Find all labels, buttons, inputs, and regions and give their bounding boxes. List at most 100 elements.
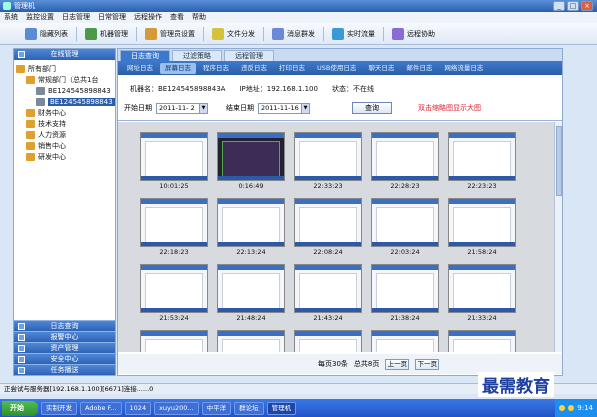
menu-item[interactable]: 远程操作 (134, 12, 162, 23)
screenshot-thumbnail[interactable]: 21:33:24 (448, 264, 516, 324)
sidebar-section[interactable]: 安全中心 (14, 353, 115, 364)
tree-node[interactable]: 财务中心 (16, 107, 113, 118)
sidebar-section[interactable]: 资产管理 (14, 342, 115, 353)
screenshot-image[interactable] (371, 330, 439, 352)
screenshot-thumbnail[interactable] (140, 330, 208, 352)
toolbar-button[interactable]: 机器管理 (82, 26, 131, 42)
minimize-button[interactable]: _ (553, 1, 565, 11)
taskbar-item[interactable]: 1024 (124, 401, 152, 415)
screenshot-image[interactable] (371, 132, 439, 181)
screenshot-image[interactable] (371, 264, 439, 313)
screenshot-thumbnail[interactable]: 21:38:24 (371, 264, 439, 324)
screenshot-thumbnail[interactable]: 21:43:24 (294, 264, 362, 324)
sidebar-header[interactable]: 在线管理 (14, 49, 115, 60)
taskbar-item[interactable]: Adobe F... (80, 401, 122, 415)
taskbar-item[interactable]: 中平洋 (201, 401, 232, 415)
maximize-button[interactable]: □ (567, 1, 579, 11)
screenshot-thumbnail[interactable]: 22:13:24 (217, 198, 285, 258)
toolbar-button[interactable]: 实时流量 (329, 26, 378, 42)
screenshot-thumbnail[interactable]: 22:28:23 (371, 132, 439, 192)
log-tab[interactable]: 屏幕日志 (160, 62, 196, 74)
screenshot-thumbnail[interactable]: 22:33:23 (294, 132, 362, 192)
vertical-scrollbar[interactable] (554, 122, 562, 352)
sidebar-section[interactable]: 日志查询 (14, 320, 115, 331)
tray-icon[interactable] (568, 405, 575, 411)
screenshot-thumbnail[interactable] (294, 330, 362, 352)
menu-item[interactable]: 监控设置 (26, 12, 54, 23)
log-tab[interactable]: 邮件日志 (401, 63, 437, 74)
sidebar-section[interactable]: 报警中心 (14, 331, 115, 342)
tree-node[interactable]: 所有部门 (16, 63, 113, 74)
toolbar-button[interactable]: 消息群发 (269, 26, 318, 42)
top-tab[interactable]: 日志查询 (120, 50, 170, 61)
screenshot-thumbnail[interactable]: 22:03:24 (371, 198, 439, 258)
prev-page-button[interactable]: 上一页 (385, 358, 410, 370)
chevron-down-icon[interactable]: ▼ (301, 103, 309, 113)
screenshot-image[interactable] (217, 264, 285, 313)
screenshot-thumbnail[interactable]: 21:48:24 (217, 264, 285, 324)
top-tab[interactable]: 过滤策略 (172, 50, 222, 61)
end-date-field[interactable]: 2011-11-16 ▼ (258, 102, 310, 114)
screenshot-image[interactable] (217, 198, 285, 247)
screenshot-image[interactable] (448, 330, 516, 352)
taskbar-item[interactable]: 群论坛 (234, 401, 264, 415)
log-tab[interactable]: 网址日志 (122, 63, 158, 74)
toolbar-button[interactable]: 远程协助 (389, 26, 438, 42)
toolbar-button[interactable]: 管理员设置 (142, 26, 198, 42)
menu-item[interactable]: 系统 (4, 12, 18, 23)
start-date-field[interactable]: 2011-11- 2 ▼ (156, 102, 208, 114)
tree-node[interactable]: 销售中心 (16, 140, 113, 151)
log-tab[interactable]: 程序日志 (198, 63, 234, 74)
log-tab[interactable]: 聊天日志 (363, 63, 399, 74)
screenshot-image[interactable] (140, 132, 208, 181)
screenshot-image[interactable] (448, 198, 516, 247)
top-tab[interactable]: 远程管理 (224, 50, 274, 61)
toolbar-button[interactable]: 隐藏列表 (22, 26, 71, 42)
menu-item[interactable]: 日志管理 (62, 12, 90, 23)
screenshot-thumbnail[interactable] (217, 330, 285, 352)
screenshot-thumbnail[interactable]: 22:18:23 (140, 198, 208, 258)
screenshot-thumbnail[interactable]: 10:01:25 (140, 132, 208, 192)
screenshot-thumbnail[interactable] (371, 330, 439, 352)
screenshot-thumbnail[interactable]: 21:58:24 (448, 198, 516, 258)
menu-item[interactable]: 查看 (170, 12, 184, 23)
screenshot-thumbnail[interactable]: 22:08:24 (294, 198, 362, 258)
screenshot-image[interactable] (448, 132, 516, 181)
log-tab[interactable]: 网络流量日志 (439, 63, 488, 74)
tree-node[interactable]: BE124545898843 (16, 96, 115, 107)
screenshot-image[interactable] (294, 330, 362, 352)
screenshot-image[interactable] (140, 264, 208, 313)
tree-node[interactable]: 人力资源 (16, 129, 113, 140)
screenshot-image[interactable] (217, 330, 285, 352)
taskbar-item[interactable]: 管理机 (266, 401, 297, 415)
query-button[interactable]: 查询 (352, 102, 392, 114)
screenshot-image[interactable] (217, 132, 285, 181)
screenshot-thumbnail[interactable]: 22:23:23 (448, 132, 516, 192)
screenshot-image[interactable] (448, 264, 516, 313)
screenshot-image[interactable] (140, 198, 208, 247)
start-button[interactable]: 开始 (2, 400, 38, 416)
screenshot-thumbnail[interactable]: 21:53:24 (140, 264, 208, 324)
log-tab[interactable]: USB使用日志 (312, 63, 361, 74)
tree-node[interactable]: 技术支持 (16, 118, 113, 129)
menu-item[interactable]: 日常管理 (98, 12, 126, 23)
screenshot-image[interactable] (294, 264, 362, 313)
screenshot-thumbnail[interactable]: 0:16:49 (217, 132, 285, 192)
scroll-thumb[interactable] (556, 126, 562, 196)
toolbar-button[interactable]: 文件分发 (209, 26, 258, 42)
tree-node[interactable]: 研发中心 (16, 151, 113, 162)
tree-node[interactable]: BE124545898843 (16, 85, 113, 96)
tray-icon[interactable] (559, 405, 566, 411)
screenshot-image[interactable] (294, 198, 362, 247)
taskbar-item[interactable]: 实制开发 (41, 401, 77, 415)
next-page-button[interactable]: 下一页 (415, 358, 440, 370)
screenshot-thumbnail[interactable] (448, 330, 516, 352)
close-button[interactable]: × (581, 1, 593, 11)
log-tab[interactable]: 打印日志 (274, 63, 310, 74)
screenshot-image[interactable] (140, 330, 208, 352)
log-tab[interactable]: 违反日志 (236, 63, 272, 74)
screenshot-image[interactable] (294, 132, 362, 181)
chevron-down-icon[interactable]: ▼ (199, 103, 207, 113)
screenshot-image[interactable] (371, 198, 439, 247)
menu-item[interactable]: 帮助 (192, 12, 206, 23)
